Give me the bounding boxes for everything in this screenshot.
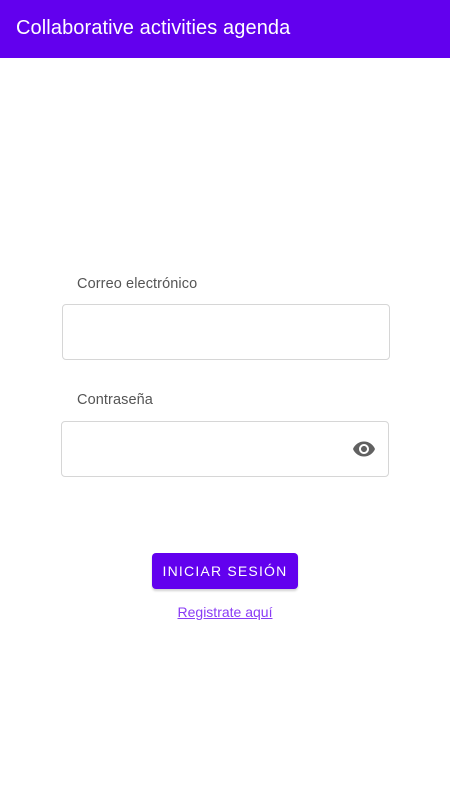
email-input[interactable]	[77, 305, 337, 359]
password-input[interactable]	[76, 422, 336, 476]
toggle-password-visibility-button[interactable]	[348, 433, 380, 465]
app-bar: Collaborative activities agenda	[0, 0, 450, 58]
email-label: Correo electrónico	[77, 276, 198, 292]
password-field[interactable]	[61, 421, 389, 477]
app-title: Collaborative activities agenda	[16, 16, 291, 39]
login-button[interactable]: INICIAR SESIÓN	[152, 553, 298, 589]
register-link[interactable]: Registrate aquí	[0, 604, 450, 620]
password-label: Contraseña	[77, 392, 153, 408]
eye-icon	[353, 441, 375, 457]
email-field[interactable]	[62, 304, 390, 360]
